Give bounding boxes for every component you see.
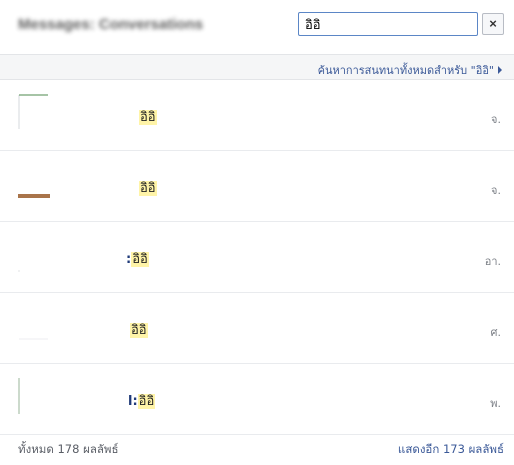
match-highlight: อิอิ <box>137 394 156 409</box>
result-row[interactable]: อิอิ จ. <box>0 151 514 222</box>
search-all-label: ค้นหาการสนทนาทั้งหมดสำหรับ "อิอิ" <box>317 64 494 77</box>
result-day: อา. <box>484 255 501 268</box>
result-snippet: อิอิ <box>139 177 157 198</box>
contact-thumbnail <box>19 338 48 340</box>
result-row[interactable]: l:อิอิ พ. <box>0 364 514 435</box>
match-highlight: อิอิ <box>139 110 157 125</box>
contact-thumbnail <box>18 94 48 129</box>
contact-thumbnail <box>18 270 20 272</box>
header-title: Messages: Conversations <box>18 16 204 33</box>
result-snippet: l:อิอิ <box>128 394 156 409</box>
result-day: ศ. <box>490 326 501 339</box>
result-row[interactable]: :อิอิ อา. <box>0 222 514 293</box>
result-snippet: :อิอิ <box>126 252 149 267</box>
header: Messages: Conversations × <box>0 0 514 54</box>
result-snippet: อิอิ <box>139 106 157 127</box>
clear-search-button[interactable]: × <box>482 13 504 35</box>
match-highlight: อิอิ <box>130 323 148 338</box>
search-all-bar: ค้นหาการสนทนาทั้งหมดสำหรับ "อิอิ" <box>0 54 514 80</box>
result-row[interactable]: อิอิ จ. <box>0 80 514 151</box>
result-day: พ. <box>490 397 501 410</box>
result-snippet: อิอิ <box>130 319 148 340</box>
results-footer: ทั้งหมด 178 ผลลัพธ์ แสดงอีก 173 ผลลัพธ์ <box>0 432 514 465</box>
result-day: จ. <box>491 184 501 197</box>
search-all-conversations-link[interactable]: ค้นหาการสนทนาทั้งหมดสำหรับ "อิอิ" <box>318 61 502 79</box>
match-highlight: อิอิ <box>139 181 157 196</box>
match-highlight: อิอิ <box>131 252 149 267</box>
contact-thumbnail <box>18 194 50 198</box>
contact-thumbnail <box>18 378 20 414</box>
show-more-results-link[interactable]: แสดงอีก 173 ผลลัพธ์ <box>398 441 504 459</box>
total-results-count: ทั้งหมด 178 ผลลัพธ์ <box>18 442 119 456</box>
result-row[interactable]: อิอิ ศ. <box>0 293 514 364</box>
result-day: จ. <box>491 113 501 126</box>
search-input[interactable] <box>298 12 478 36</box>
chevron-right-icon <box>498 66 502 74</box>
